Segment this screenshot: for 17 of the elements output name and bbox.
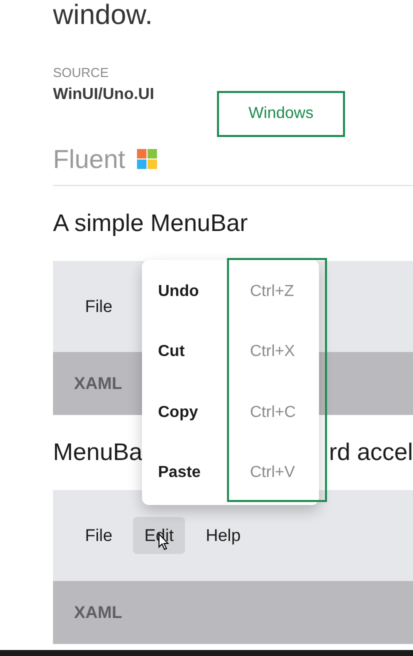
menu-item[interactable]: Copy: [142, 400, 250, 425]
shortcut-text: Ctrl+C: [250, 402, 296, 423]
section-heading: MenuBa: [53, 438, 142, 468]
windows-logo-icon: [137, 149, 158, 169]
source-value: WinUI/Uno.UI: [53, 84, 156, 104]
menu-item[interactable]: Paste: [142, 460, 250, 485]
shortcut-text: Ctrl+Z: [250, 282, 294, 302]
shortcut-text: Ctrl+X: [250, 342, 295, 362]
section-heading: rd accel: [328, 438, 413, 468]
menu-item[interactable]: Cut: [142, 340, 250, 364]
platform-button[interactable]: Windows: [217, 91, 345, 137]
section-heading: A simple MenuBar: [53, 208, 248, 238]
shortcut-text: Ctrl+V: [250, 462, 295, 483]
menu-item[interactable]: Undo: [142, 280, 250, 304]
design-label: Fluent: [53, 142, 126, 176]
source-label: SOURCE: [53, 64, 110, 82]
intro-text: window.: [53, 0, 153, 30]
